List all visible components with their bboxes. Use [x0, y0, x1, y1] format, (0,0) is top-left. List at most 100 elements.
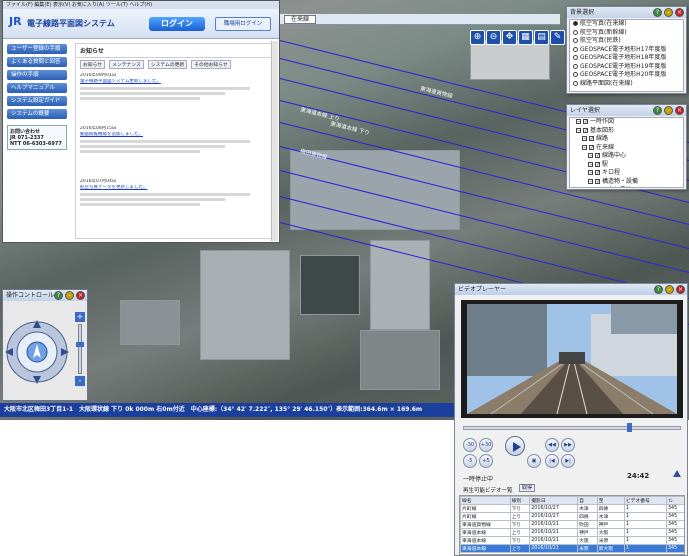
help-icon[interactable]: ?	[54, 291, 63, 300]
help-icon[interactable]: ?	[653, 8, 662, 17]
column-header[interactable]: 至	[596, 496, 625, 505]
background-option[interactable]: 航空写真(在来線)	[570, 20, 683, 29]
checkbox-icon[interactable]: ✓	[583, 119, 588, 125]
zoom-in-button[interactable]: +	[75, 312, 85, 322]
column-header[interactable]: 線名	[460, 496, 511, 505]
zoom-slider-thumb[interactable]	[76, 342, 84, 347]
expand-icon[interactable]: −	[576, 127, 581, 133]
seek-thumb[interactable]	[627, 423, 632, 432]
minimize-icon[interactable]: -	[664, 8, 673, 17]
layer-item[interactable]: − ✓ 一時作図	[570, 118, 683, 127]
column-header[interactable]: ビデオ番号	[623, 496, 667, 505]
checkbox-icon[interactable]: ✓	[589, 144, 594, 150]
checkbox-icon[interactable]: ✓	[601, 187, 606, 188]
radio-icon[interactable]	[573, 55, 578, 60]
help-icon[interactable]: ?	[653, 106, 662, 115]
notice-tab[interactable]: その他お知らせ	[191, 60, 231, 69]
column-header[interactable]: 線別	[509, 496, 531, 505]
column-header[interactable]: 撮影日	[529, 496, 579, 505]
close-icon[interactable]: ×	[76, 291, 85, 300]
expand-icon[interactable]: −	[588, 161, 593, 167]
pan-tool-icon[interactable]: ✥	[502, 30, 517, 45]
layer-item[interactable]: − ✓ 線路中心	[570, 152, 683, 161]
seek-bar[interactable]	[463, 426, 681, 430]
layer-item[interactable]: − ✓ 線路	[570, 135, 683, 144]
checkbox-icon[interactable]: ✓	[595, 170, 600, 176]
print-tool-icon[interactable]: ▤	[534, 30, 549, 45]
play-button[interactable]	[505, 436, 525, 456]
rewind-5-button[interactable]: -5	[463, 454, 477, 468]
zoom-slider[interactable]	[78, 324, 82, 374]
radio-icon[interactable]	[573, 46, 578, 52]
layer-item[interactable]: − ✓ 構造物・設備	[570, 178, 683, 187]
minimize-icon[interactable]: -	[665, 285, 674, 294]
capture-icon[interactable]: ▣	[527, 454, 541, 468]
background-option[interactable]: 航空写真(民鉄)	[570, 37, 683, 46]
expand-icon[interactable]: −	[588, 153, 593, 159]
expand-icon[interactable]: −	[588, 178, 593, 184]
sidebar-link[interactable]: システム設定ガイド	[7, 96, 67, 106]
guest-login-button[interactable]: 職場用ログイン	[215, 17, 271, 31]
checkbox-icon[interactable]: ✓	[583, 127, 588, 133]
background-option[interactable]: 航空写真(新幹線)	[570, 29, 683, 38]
frame-back-icon[interactable]: ◀◀	[545, 438, 559, 452]
help-icon[interactable]: ?	[654, 285, 663, 294]
expand-icon[interactable]: −	[582, 136, 587, 142]
notice-tab[interactable]: お知らせ	[80, 60, 106, 69]
table-row[interactable]: 片町線 下り 2016/10/27 木津 四條 1 345	[460, 504, 684, 513]
settings-tool-icon[interactable]: ✎	[550, 30, 565, 45]
forward-30-button[interactable]: +30	[479, 438, 493, 452]
checkbox-icon[interactable]: ✓	[595, 153, 600, 159]
news-link[interactable]: 電子線路平面図システム更新しました。	[80, 79, 270, 85]
zoom-in-tool-icon[interactable]: ⊕	[470, 30, 485, 45]
checkbox-icon[interactable]: ✓	[595, 161, 600, 167]
forward-5-button[interactable]: +5	[479, 454, 493, 468]
checkbox-icon[interactable]: ✓	[589, 136, 594, 142]
rotation-dial[interactable]	[5, 304, 73, 400]
sidebar-link[interactable]: システムの概要	[7, 109, 67, 119]
radio-icon[interactable]	[573, 72, 578, 77]
volume-triangle-icon[interactable]	[673, 470, 681, 477]
zoom-out-button[interactable]: -	[75, 376, 85, 386]
table-row[interactable]: 東海道本線 上り 2016/10/21 神戸 大阪 1 345	[460, 528, 684, 537]
background-option[interactable]: GEOSPACE電子地形H20年度版	[570, 71, 683, 80]
scrollbar[interactable]	[271, 41, 278, 241]
notice-tab[interactable]: メンテナンス	[109, 60, 144, 69]
close-icon[interactable]: ×	[675, 8, 684, 17]
background-option[interactable]: 線路平面図(在来線)	[570, 80, 683, 89]
close-icon[interactable]: ×	[675, 106, 684, 115]
measure-tool-icon[interactable]: ▦	[518, 30, 533, 45]
table-row[interactable]: 東海道貨物線 下り 2016/10/21 吹田 神戸 1 345	[460, 520, 684, 529]
close-icon[interactable]: ×	[676, 285, 685, 294]
sidebar-link[interactable]: ヘルプマニュアル	[7, 83, 67, 93]
prev-icon[interactable]: |◀	[545, 454, 559, 468]
video-frame[interactable]	[461, 300, 683, 418]
background-option[interactable]: GEOSPACE電子地形H19年度版	[570, 63, 683, 72]
minimize-icon[interactable]: -	[664, 106, 673, 115]
sidebar-link[interactable]: ユーザー登録の手順	[7, 44, 67, 54]
expand-icon[interactable]: −	[582, 144, 587, 150]
fetch-button[interactable]: 取得	[519, 484, 535, 492]
layer-item[interactable]: − ✓ 駅	[570, 161, 683, 170]
layer-item[interactable]: −✓トンネル	[570, 186, 683, 188]
expand-icon[interactable]: −	[576, 119, 581, 125]
browser-menubar[interactable]: ファイル(F) 編集(E) 表示(V) お気に入り(A) ツール(T) ヘルプ(…	[3, 1, 279, 9]
expand-icon[interactable]: −	[594, 187, 599, 188]
radio-icon[interactable]	[573, 80, 578, 86]
next-icon[interactable]: ▶|	[561, 454, 575, 468]
sidebar-link[interactable]: 操作の手順	[7, 70, 67, 80]
layer-item[interactable]: − ✓ 基本図形	[570, 127, 683, 136]
column-header[interactable]: ﾌﾚ	[665, 496, 684, 505]
news-link[interactable]: 航空写真データを更新しました。	[80, 185, 270, 191]
notice-tab[interactable]: システムの更新	[147, 60, 188, 69]
line-type-select[interactable]: 在来線	[284, 15, 317, 24]
zoom-out-tool-icon[interactable]: ⊖	[486, 30, 501, 45]
radio-icon[interactable]	[573, 29, 578, 35]
layer-item[interactable]: − ✓ キロ程	[570, 169, 683, 178]
background-option[interactable]: GEOSPACE電子地形H17年度版	[570, 46, 683, 55]
column-header[interactable]: 自	[577, 496, 598, 505]
rewind-30-button[interactable]: -30	[463, 438, 477, 452]
news-link[interactable]: 動画閲覧機能を追加しました。	[80, 132, 270, 138]
minimize-icon[interactable]: -	[65, 291, 74, 300]
layer-item[interactable]: − ✓ 在来線	[570, 144, 683, 153]
